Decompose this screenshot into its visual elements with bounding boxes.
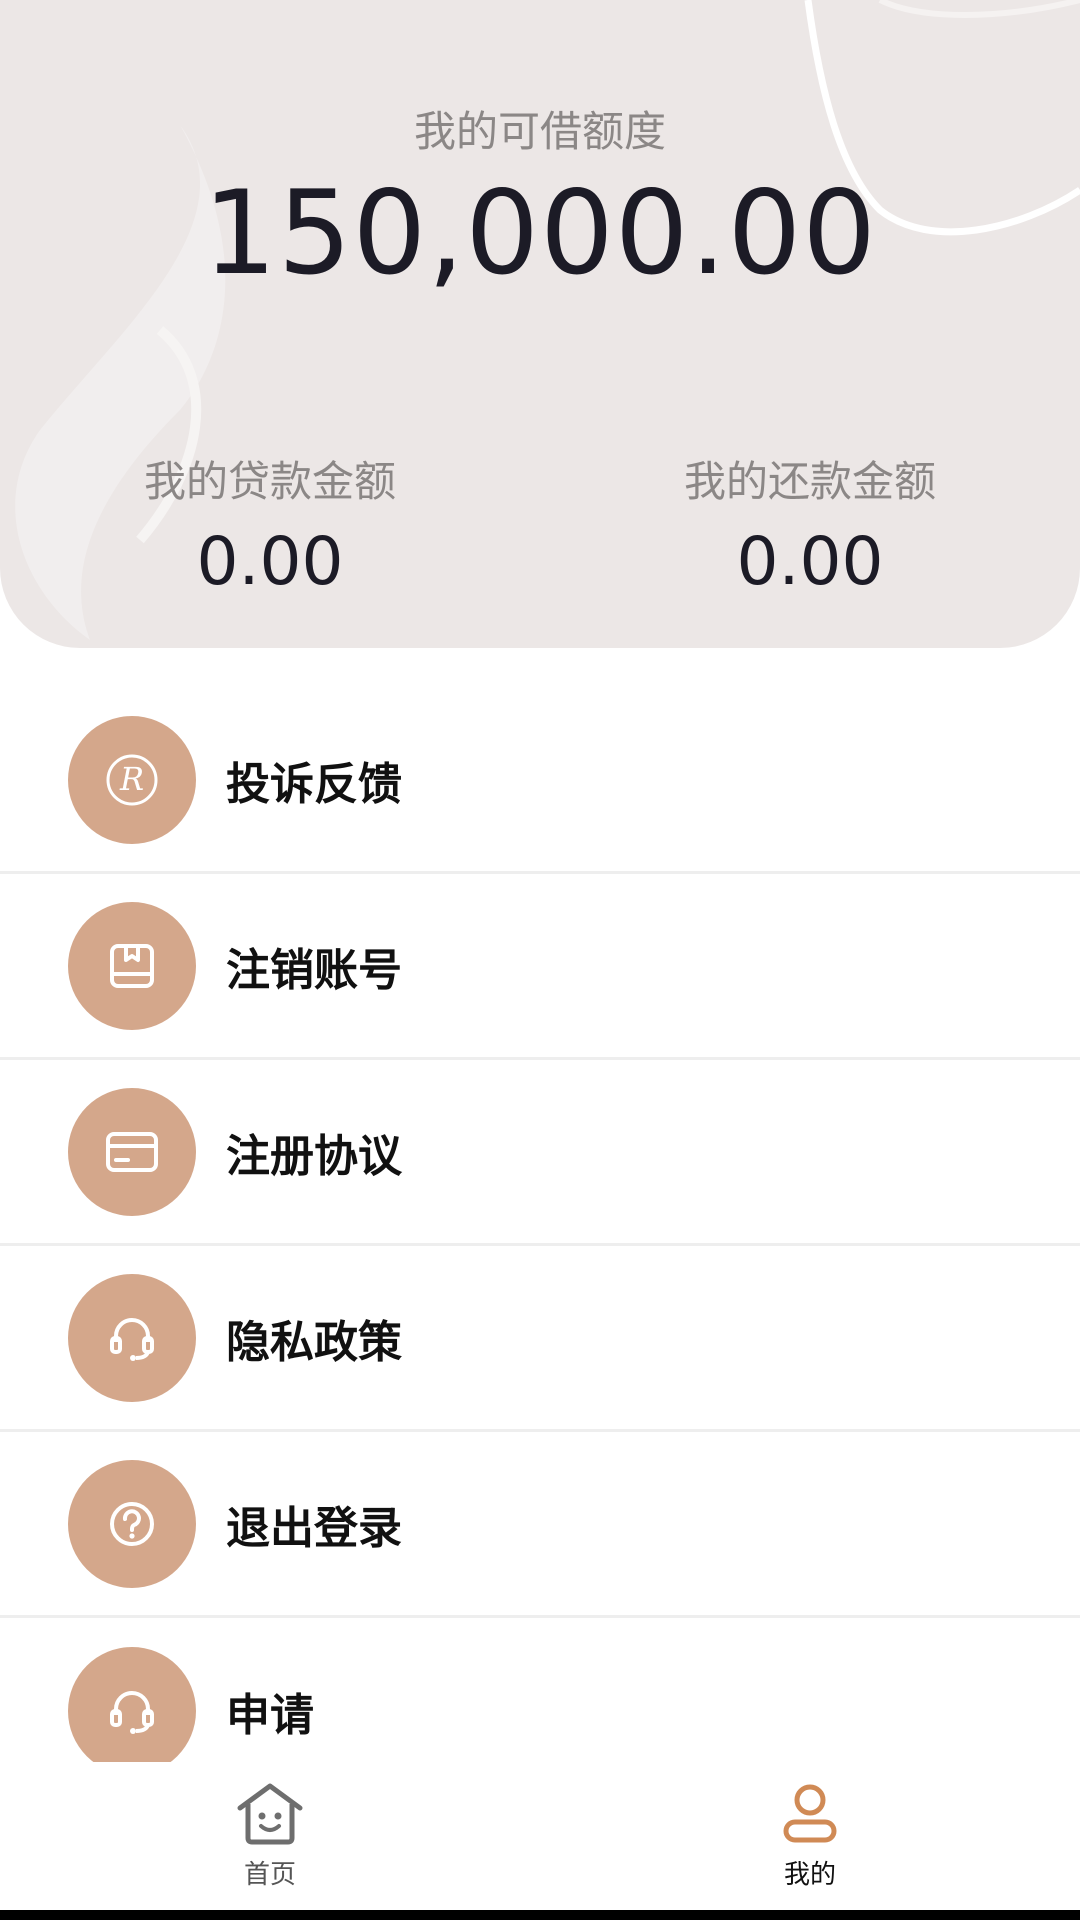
- menu-item-privacy-policy[interactable]: 隐私政策: [0, 1246, 1080, 1432]
- menu-item-label: 注销账号: [226, 944, 402, 996]
- credit-limit-label: 我的可借额度: [413, 107, 666, 156]
- settings-menu: R 投诉反馈 注销账号 注册协议 隐私政策 退出登录 申请: [0, 688, 1080, 1804]
- tab-mine[interactable]: 我的: [540, 1762, 1080, 1910]
- svg-text:R: R: [119, 760, 144, 798]
- repay-amount-label: 我的还款金额: [683, 457, 936, 506]
- menu-item-cancel-account[interactable]: 注销账号: [0, 874, 1080, 1060]
- loan-amount-stat: 我的贷款金额 0.00: [0, 448, 540, 600]
- menu-item-logout[interactable]: 退出登录: [0, 1432, 1080, 1618]
- loan-amount-label: 我的贷款金额: [143, 457, 396, 506]
- home-face-icon: [237, 1783, 303, 1845]
- headset-icon: [68, 1647, 196, 1775]
- question-circle-icon: [68, 1459, 196, 1588]
- user-icon: [783, 1784, 837, 1843]
- credit-header-card: 我的可借额度 150,000.00 我的贷款金额 0.00 我的还款金额 0.0…: [0, 0, 1080, 648]
- menu-item-label: 注册协议: [226, 1130, 402, 1182]
- menu-item-label: 申请: [226, 1690, 314, 1741]
- menu-item-complaint-feedback[interactable]: R 投诉反馈: [0, 688, 1080, 874]
- loan-amount-value: 0.00: [196, 523, 344, 600]
- repay-amount-stat: 我的还款金额 0.00: [540, 448, 1080, 600]
- menu-item-label: 隐私政策: [226, 1316, 402, 1368]
- menu-item-label: 投诉反馈: [226, 758, 402, 810]
- credit-limit-amount: 150,000.00: [202, 166, 878, 301]
- card-icon: [68, 1087, 196, 1216]
- system-nav-strip: [0, 1910, 1080, 1920]
- tab-home-label: 首页: [243, 1860, 296, 1890]
- tab-mine-label: 我的: [783, 1860, 836, 1890]
- menu-item-registration-agreement[interactable]: 注册协议: [0, 1060, 1080, 1246]
- headset-icon: [68, 1273, 196, 1402]
- tab-home[interactable]: 首页: [0, 1762, 540, 1910]
- bottom-tab-bar: 首页 我的: [0, 1762, 1080, 1910]
- r-logo-icon: R: [68, 715, 196, 844]
- menu-item-label: 退出登录: [226, 1502, 402, 1554]
- repay-amount-value: 0.00: [736, 523, 884, 600]
- book-icon: [68, 901, 196, 1030]
